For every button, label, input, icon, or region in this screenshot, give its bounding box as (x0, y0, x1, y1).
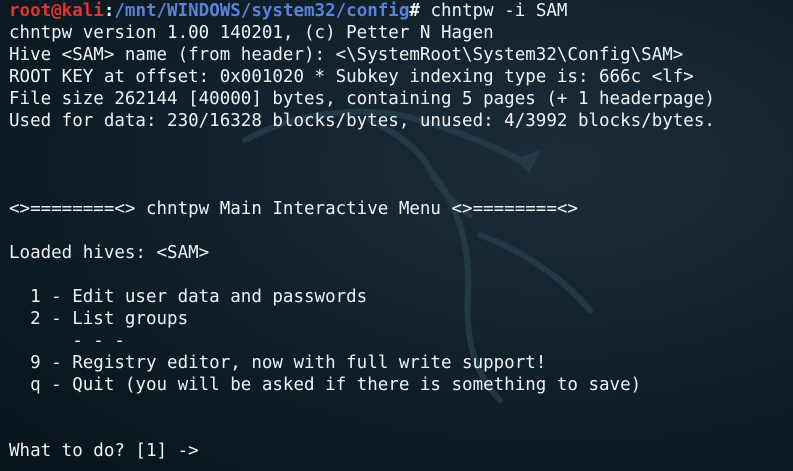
menu-item-registry-editor: 9 - Registry editor, now with full write… (9, 353, 547, 373)
menu-item-quit: q - Quit (you will be asked if there is … (9, 375, 642, 395)
menu-item-edit-user: 1 - Edit user data and passwords (9, 287, 368, 307)
menu-item-list-groups: 2 - List groups (9, 309, 189, 329)
prompt-user: root@kali (9, 1, 104, 21)
prompt-path: /mnt/WINDOWS/system32/config (114, 1, 410, 21)
menu-separator: - - - (9, 331, 125, 351)
command-line: root@kali:/mnt/WINDOWS/system32/config# … (9, 0, 715, 22)
input-prompt[interactable]: What to do? [1] -> (9, 440, 715, 462)
command-text: chntpw -i SAM (419, 1, 568, 21)
loaded-hives-line: Loaded hives: <SAM> (9, 243, 210, 263)
menu-header: <>========<> chntpw Main Interactive Men… (9, 199, 578, 219)
prompt-symbol: # (409, 1, 420, 21)
file-size-line: File size 262144 [40000] bytes, containi… (9, 89, 715, 109)
used-data-line: Used for data: 230/16328 blocks/bytes, u… (9, 111, 715, 131)
hive-name-line: Hive <SAM> name (from header): <\SystemR… (9, 45, 684, 65)
terminal-output: root@kali:/mnt/WINDOWS/system32/config# … (9, 0, 715, 462)
root-key-line: ROOT KEY at offset: 0x001020 * Subkey in… (9, 67, 694, 87)
prompt-separator: : (103, 1, 115, 21)
terminal-window[interactable]: root@kali:/mnt/WINDOWS/system32/config# … (0, 0, 793, 471)
version-line: chntpw version 1.00 140201, (c) Petter N… (9, 23, 494, 43)
